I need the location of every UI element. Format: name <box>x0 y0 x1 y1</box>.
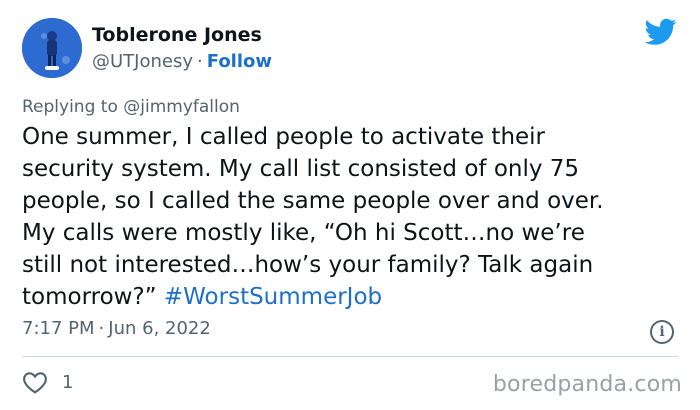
tweet-text-line: One summer, I called people to activate … <box>22 124 546 150</box>
reply-prefix: Replying to <box>22 97 118 117</box>
reply-context: Replying to @jimmyfallon <box>22 97 240 117</box>
separator-dot: · <box>98 318 105 339</box>
heart-icon <box>23 372 47 394</box>
tweet-text-line: people, so I called the same people over… <box>22 188 604 214</box>
tweet-timestamp[interactable]: 7:17 PM · Jun 6, 2022 <box>22 318 211 339</box>
author-handle[interactable]: @UTJonesy <box>92 51 193 72</box>
twitter-bird-icon[interactable] <box>645 18 677 46</box>
divider <box>22 356 678 357</box>
info-icon[interactable]: i <box>650 320 674 344</box>
tweet-text-line: My calls were mostly like, “Oh hi Scott…… <box>22 220 585 246</box>
hashtag-link[interactable]: #WorstSummerJob <box>164 284 382 310</box>
tweet-time: 7:17 PM <box>22 318 95 339</box>
tweet-text: One summer, I called people to activate … <box>22 121 692 313</box>
avatar[interactable] <box>22 18 82 78</box>
tweet-card: Toblerone Jones @UTJonesy · Follow Replyin… <box>0 0 700 410</box>
reply-mention-link[interactable]: @jimmyfallon <box>123 97 240 117</box>
separator-dot: · <box>197 51 203 72</box>
author-handle-row: @UTJonesy · Follow <box>92 51 272 72</box>
like-button[interactable]: 1 <box>22 370 73 394</box>
avatar-image <box>22 18 82 78</box>
tweet-text-line: security system. My call list consisted … <box>22 156 580 182</box>
follow-button[interactable]: Follow <box>207 51 272 72</box>
like-count: 1 <box>62 371 74 393</box>
tweet-text-end: tomorrow?” <box>22 284 157 310</box>
watermark: boredpanda.com <box>492 372 682 397</box>
tweet-date: Jun 6, 2022 <box>108 318 211 339</box>
tweet-text-line: still not interested…how’s your family? … <box>22 252 594 278</box>
author-name[interactable]: Toblerone Jones <box>92 24 262 46</box>
tweet-text-line-last: tomorrow?” #WorstSummerJob <box>22 281 692 313</box>
